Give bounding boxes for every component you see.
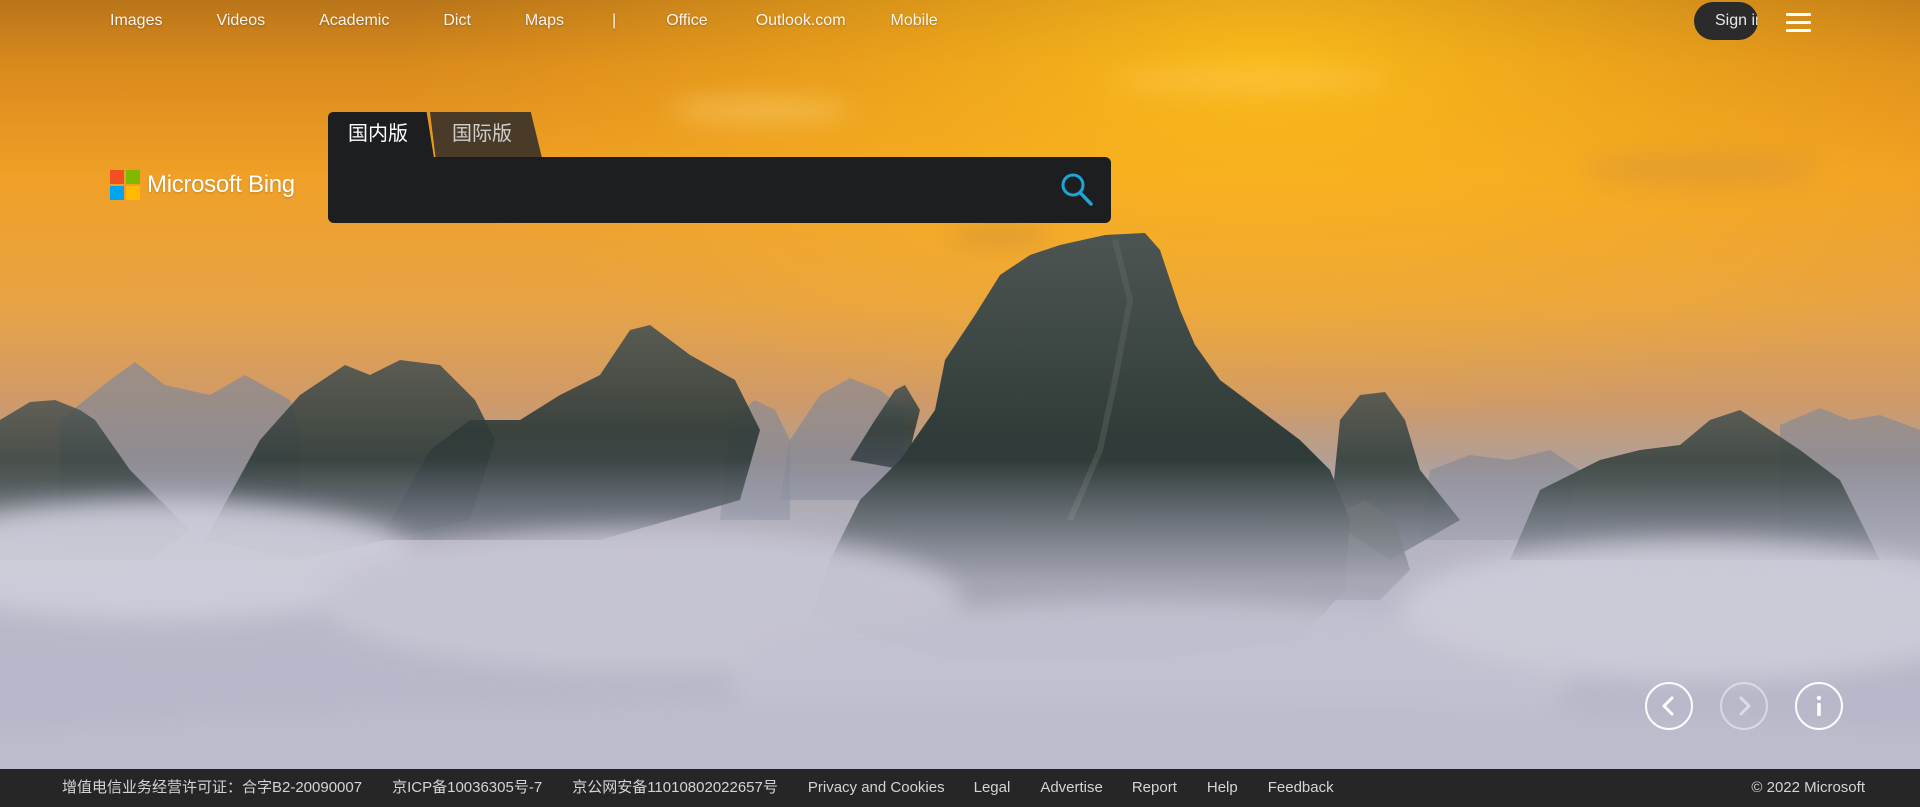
bing-homepage: Images Videos Academic Dict Maps | Offic… [0,0,1920,807]
hamburger-icon[interactable] [1786,12,1812,32]
footer-advertise-link[interactable]: Advertise [1040,769,1103,807]
image-info-button[interactable] [1795,682,1843,730]
microsoft-logo-icon [110,170,140,200]
tab-domestic[interactable]: 国内版 [328,112,434,158]
chevron-left-icon [1662,696,1674,716]
tab-international[interactable]: 国际版 [430,112,542,158]
footer-legal-link[interactable]: Legal [974,769,1011,807]
nav-separator: | [612,12,617,29]
top-navigation: Images Videos Academic Dict Maps | Offic… [110,11,992,31]
footer-report-link[interactable]: Report [1132,769,1177,807]
footer: 增值电信业务经营许可证：合字B2-20090007 京ICP备10036305号… [0,769,1920,807]
previous-image-button[interactable] [1645,682,1693,730]
footer-feedback-link[interactable]: Feedback [1268,769,1334,807]
nav-videos[interactable]: Videos [216,12,265,30]
nav-mobile[interactable]: Mobile [891,12,938,30]
next-image-button[interactable] [1720,682,1768,730]
nav-office[interactable]: Office [666,12,708,30]
nav-images[interactable]: Images [110,12,162,30]
sign-in-button[interactable]: Sign in [1694,2,1758,40]
footer-help-link[interactable]: Help [1207,769,1238,807]
background-image [0,0,1920,807]
nav-academic[interactable]: Academic [319,12,389,30]
footer-privacy-link[interactable]: Privacy and Cookies [808,769,945,807]
footer-police-link[interactable]: 京公网安备11010802022657号 [572,769,778,807]
search-input[interactable] [346,171,1050,211]
footer-copyright: © 2022 Microsoft [1751,779,1865,796]
bing-logo[interactable]: Microsoft Bing [110,170,295,200]
nav-dict[interactable]: Dict [443,12,471,30]
footer-license: 增值电信业务经营许可证：合字B2-20090007 [62,779,363,796]
chevron-right-icon [1739,696,1751,716]
nav-outlook[interactable]: Outlook.com [756,12,846,30]
search-box [328,157,1111,223]
footer-icp-link[interactable]: 京ICP备10036305号-7 [392,769,542,807]
logo-text: Microsoft Bing [147,171,295,198]
nav-maps[interactable]: Maps [525,12,564,30]
search-icon[interactable] [1060,172,1094,208]
info-icon [1816,695,1822,716]
